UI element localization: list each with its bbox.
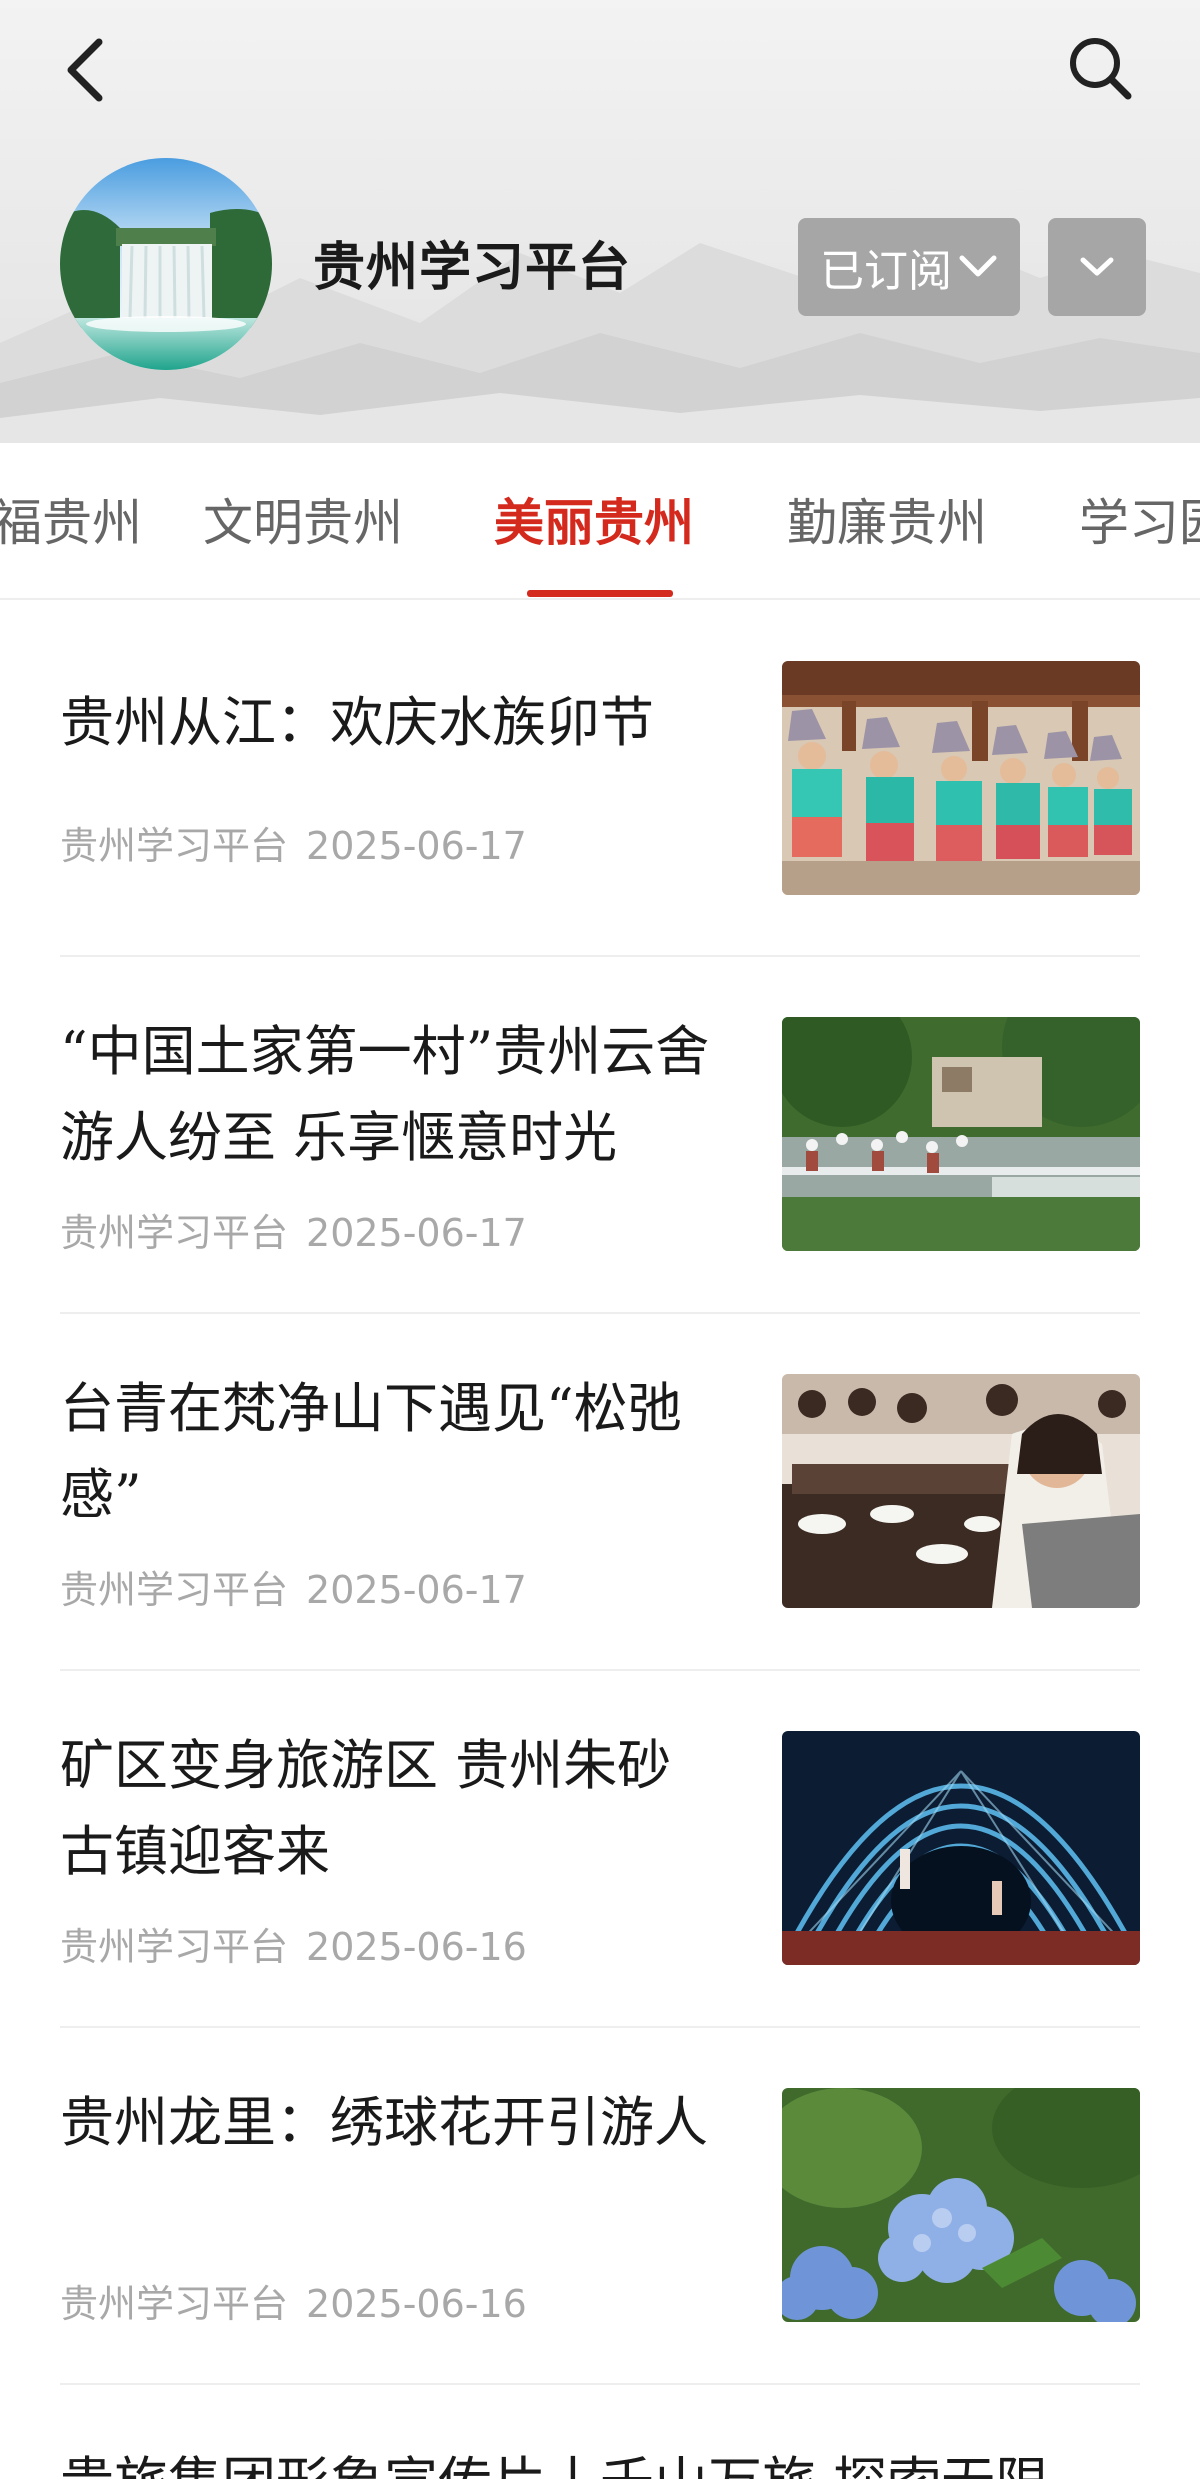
back-button[interactable] — [55, 30, 115, 110]
news-thumbnail[interactable] — [782, 661, 1140, 895]
news-title[interactable]: 矿区变身旅游区 贵州朱砂古镇迎客来 — [60, 1723, 720, 1895]
subscribed-label: 已订阅 — [820, 246, 952, 297]
tab-fu-guizhou[interactable]: 福贵州 — [0, 483, 142, 555]
news-date: 2025-06-17 — [306, 1568, 527, 1612]
chevron-down-icon — [1080, 257, 1114, 276]
tab-wenming-guizhou[interactable]: 文明贵州 — [203, 483, 403, 555]
search-icon — [1070, 38, 1132, 100]
light-tunnel-image — [782, 1731, 1140, 1965]
tab-qinlian-guizhou[interactable]: 勤廉贵州 — [787, 483, 987, 555]
divider — [60, 2383, 1140, 2385]
festival-dancers-image — [782, 661, 1140, 895]
news-meta: 贵州学习平台 2025-06-17 — [60, 815, 527, 870]
news-thumbnail[interactable] — [782, 2088, 1140, 2322]
news-meta: 贵州学习平台 2025-06-17 — [60, 1559, 527, 1614]
news-thumbnail[interactable] — [782, 1731, 1140, 1965]
tab-meili-guizhou[interactable]: 美丽贵州 — [494, 483, 694, 555]
chevron-down-icon — [959, 255, 997, 277]
news-date: 2025-06-17 — [306, 824, 527, 868]
channel-header: 贵州学习平台 已订阅 — [0, 0, 1200, 443]
tab-xuexi-yuan[interactable]: 学习园 — [1079, 483, 1200, 555]
news-title[interactable]: 贵州从江：欢庆水族卯节 — [60, 680, 720, 766]
waterfall-image — [60, 158, 272, 370]
news-title[interactable]: “中国土家第一村”贵州云舍游人纷至 乐享惬意时光 — [60, 1009, 720, 1181]
village-stream-image — [782, 1017, 1140, 1251]
news-date: 2025-06-17 — [306, 1211, 527, 1255]
search-button[interactable] — [1060, 28, 1140, 108]
news-source: 贵州学习平台 — [60, 824, 289, 868]
news-source: 贵州学习平台 — [60, 1211, 289, 1255]
news-item[interactable]: 贵州龙里：绣球花开引游人 贵州学习平台 2025-06-16 — [0, 2028, 1200, 2385]
news-thumbnail[interactable] — [782, 1017, 1140, 1251]
news-source: 贵州学习平台 — [60, 2282, 289, 2326]
news-meta: 贵州学习平台 2025-06-16 — [60, 2273, 527, 2328]
active-tab-indicator — [527, 590, 673, 597]
news-source: 贵州学习平台 — [60, 1568, 289, 1612]
news-title[interactable]: 贵旅集团形象宣传片丨千山万旅 探索无限 — [60, 2440, 1180, 2479]
more-options-button[interactable] — [1048, 218, 1146, 316]
news-meta: 贵州学习平台 2025-06-17 — [60, 1202, 527, 1257]
news-date: 2025-06-16 — [306, 1925, 527, 1969]
news-source: 贵州学习平台 — [60, 1925, 289, 1969]
chevron-left-icon — [67, 38, 103, 102]
subscribed-button[interactable]: 已订阅 — [798, 218, 1020, 316]
category-tabs: 福贵州 文明贵州 美丽贵州 勤廉贵州 学习园 — [0, 443, 1200, 600]
tea-table-image — [782, 1374, 1140, 1608]
news-item[interactable]: 贵州从江：欢庆水族卯节 贵州学习平台 2025-06-17 — [0, 600, 1200, 957]
news-item[interactable]: 矿区变身旅游区 贵州朱砂古镇迎客来 贵州学习平台 2025-06-16 — [0, 1671, 1200, 2028]
news-item[interactable]: 台青在梵净山下遇见“松弛感” 贵州学习平台 2025-06-17 — [0, 1314, 1200, 1671]
hydrangea-image — [782, 2088, 1140, 2322]
news-item[interactable]: “中国土家第一村”贵州云舍游人纷至 乐享惬意时光 贵州学习平台 2025-06-1… — [0, 957, 1200, 1314]
news-thumbnail[interactable] — [782, 1374, 1140, 1608]
news-title[interactable]: 台青在梵净山下遇见“松弛感” — [60, 1366, 720, 1538]
news-meta: 贵州学习平台 2025-06-16 — [60, 1916, 527, 1971]
channel-avatar[interactable] — [60, 158, 272, 370]
news-date: 2025-06-16 — [306, 2282, 527, 2326]
news-title[interactable]: 贵州龙里：绣球花开引游人 — [60, 2080, 720, 2166]
channel-title: 贵州学习平台 — [313, 237, 632, 298]
